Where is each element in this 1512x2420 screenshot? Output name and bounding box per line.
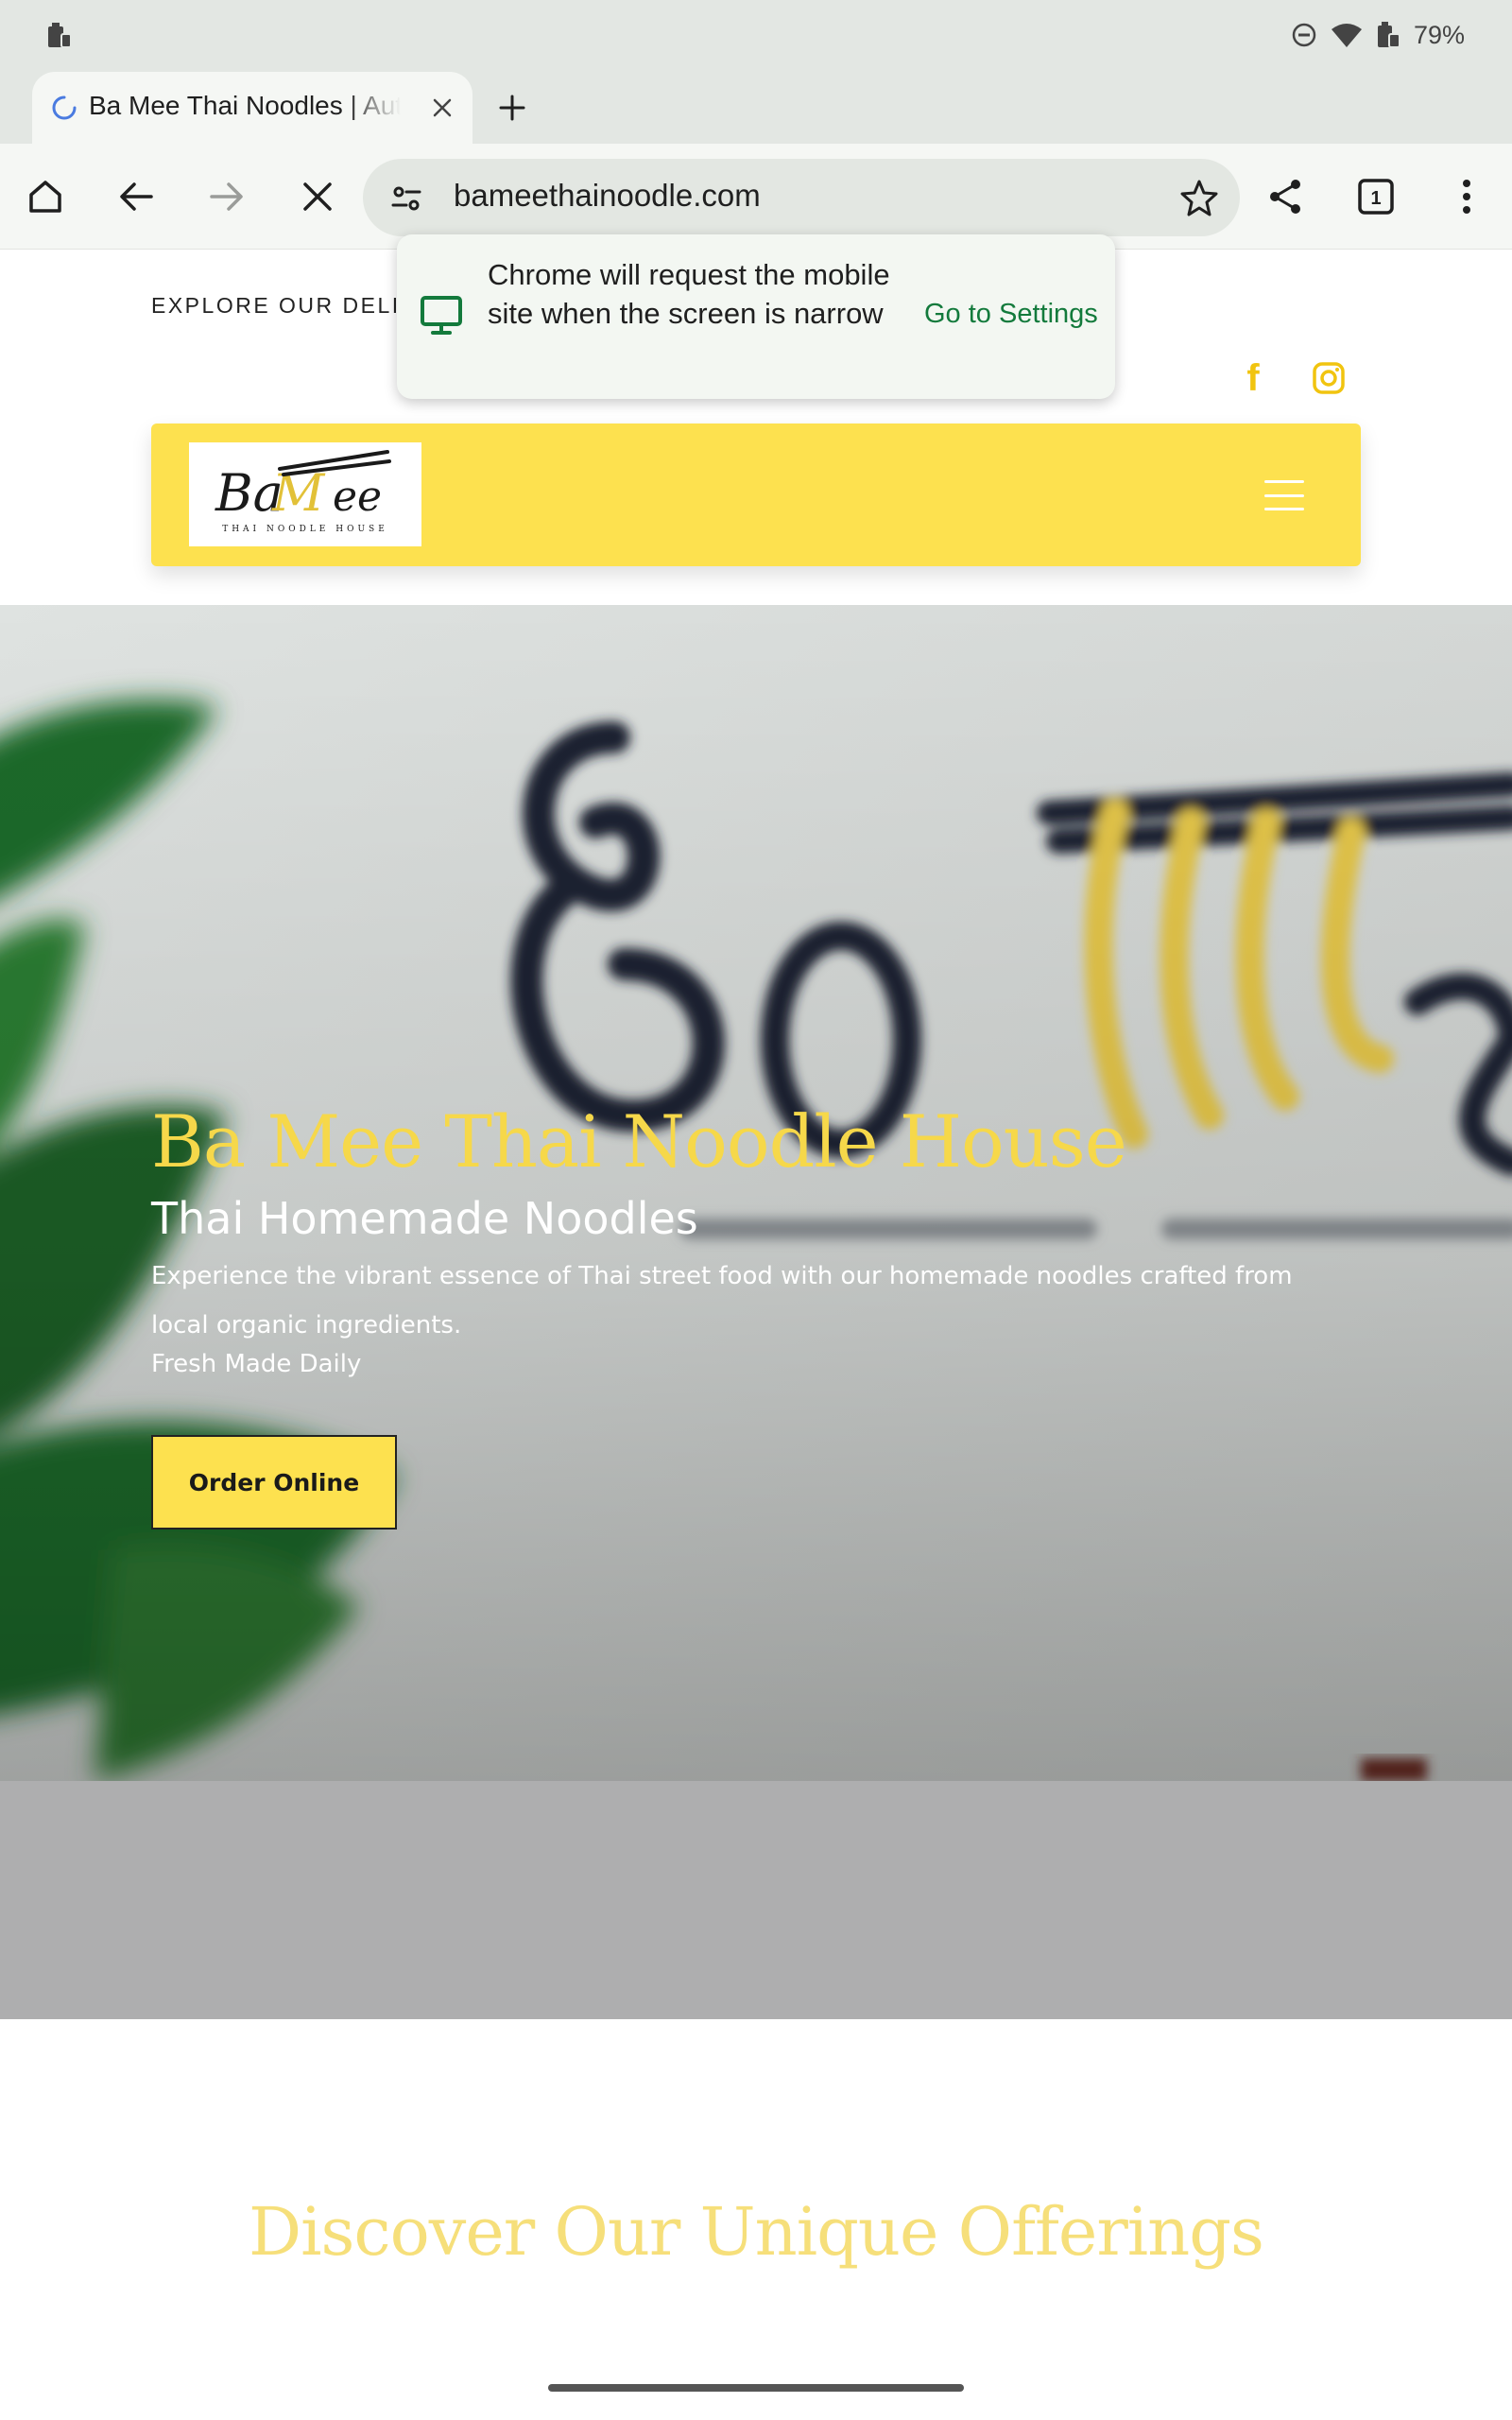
- instagram-icon: [1313, 362, 1345, 394]
- hero-subtitle: Thai Homemade Noodles: [151, 1193, 698, 1244]
- svg-text:ee: ee: [333, 473, 382, 521]
- facebook-link[interactable]: f: [1232, 357, 1274, 399]
- address-bar[interactable]: bameethainoodle.com: [363, 159, 1240, 236]
- facebook-icon: f: [1246, 356, 1260, 399]
- url-text[interactable]: bameethainoodle.com: [454, 178, 761, 214]
- forward-button[interactable]: [200, 170, 253, 223]
- hamburger-line: [1264, 508, 1304, 510]
- hero-fresh-text: Fresh Made Daily: [151, 1350, 362, 1378]
- logo-tagline: THAI NOODLE HOUSE: [222, 525, 388, 534]
- back-icon: [120, 182, 153, 211]
- stop-icon: [303, 182, 332, 211]
- share-icon: [1270, 180, 1300, 214]
- gesture-home-indicator[interactable]: [548, 2384, 964, 2392]
- stop-loading-button[interactable]: [291, 170, 344, 223]
- tab-close-button[interactable]: [425, 91, 459, 125]
- bamee-logo: Ba M ee THAI NOODLE HOUSE: [215, 450, 391, 534]
- status-icons: 79%: [1291, 19, 1465, 51]
- tab-switcher-icon: 1: [1358, 179, 1394, 215]
- battery-icon: [1377, 22, 1400, 48]
- tab-spinner-icon: [52, 95, 77, 120]
- tab-switcher-button[interactable]: 1: [1349, 170, 1402, 223]
- hero-title: Ba Mee Thai Noodle House: [151, 1099, 1127, 1184]
- close-icon: [433, 98, 452, 117]
- site-navbar: Ba M ee THAI NOODLE HOUSE: [151, 424, 1361, 566]
- site-settings-icon[interactable]: [387, 180, 425, 217]
- hamburger-line: [1264, 480, 1304, 483]
- tab-strip: Ba Mee Thai Noodles | Authentic Thai: [0, 68, 1512, 144]
- desktop-site-popup: Chrome will request the mobile site when…: [397, 234, 1115, 399]
- section-title: Discover Our Unique Offerings: [249, 2193, 1264, 2271]
- tab-count: 1: [1370, 188, 1381, 209]
- popup-message: Chrome will request the mobile site when…: [488, 258, 890, 330]
- forward-icon: [210, 182, 243, 211]
- go-to-settings-link[interactable]: Go to Settings: [924, 299, 1098, 330]
- instagram-link[interactable]: [1308, 357, 1349, 399]
- hero-description: Experience the vibrant essence of Thai s…: [151, 1262, 1293, 1340]
- battery-percent: 79%: [1413, 20, 1465, 49]
- dnd-icon: [1292, 23, 1316, 47]
- more-vert-icon: [1463, 180, 1470, 214]
- order-online-button[interactable]: Order Online: [151, 1435, 397, 1530]
- status-bar: 79%: [0, 0, 1512, 68]
- home-icon: [29, 181, 61, 213]
- desktop-icon: [421, 296, 462, 335]
- tab-active[interactable]: Ba Mee Thai Noodles | Authentic Thai: [32, 72, 472, 144]
- plus-icon: [499, 95, 525, 121]
- more-menu-button[interactable]: [1440, 170, 1493, 223]
- gray-section-band: [0, 1781, 1512, 2019]
- battery-saver-icon: [48, 23, 72, 48]
- hamburger-line: [1264, 493, 1304, 497]
- menu-toggle-button[interactable]: [1264, 480, 1304, 510]
- tab-title: Ba Mee Thai Noodles | Authentic Thai: [89, 91, 401, 120]
- star-icon[interactable]: [1179, 178, 1219, 217]
- wifi-icon: [1331, 24, 1362, 47]
- share-button[interactable]: [1259, 170, 1312, 223]
- site-logo[interactable]: Ba M ee THAI NOODLE HOUSE: [189, 442, 421, 546]
- home-button[interactable]: [19, 170, 72, 223]
- new-tab-button[interactable]: [490, 85, 535, 130]
- back-button[interactable]: [110, 170, 163, 223]
